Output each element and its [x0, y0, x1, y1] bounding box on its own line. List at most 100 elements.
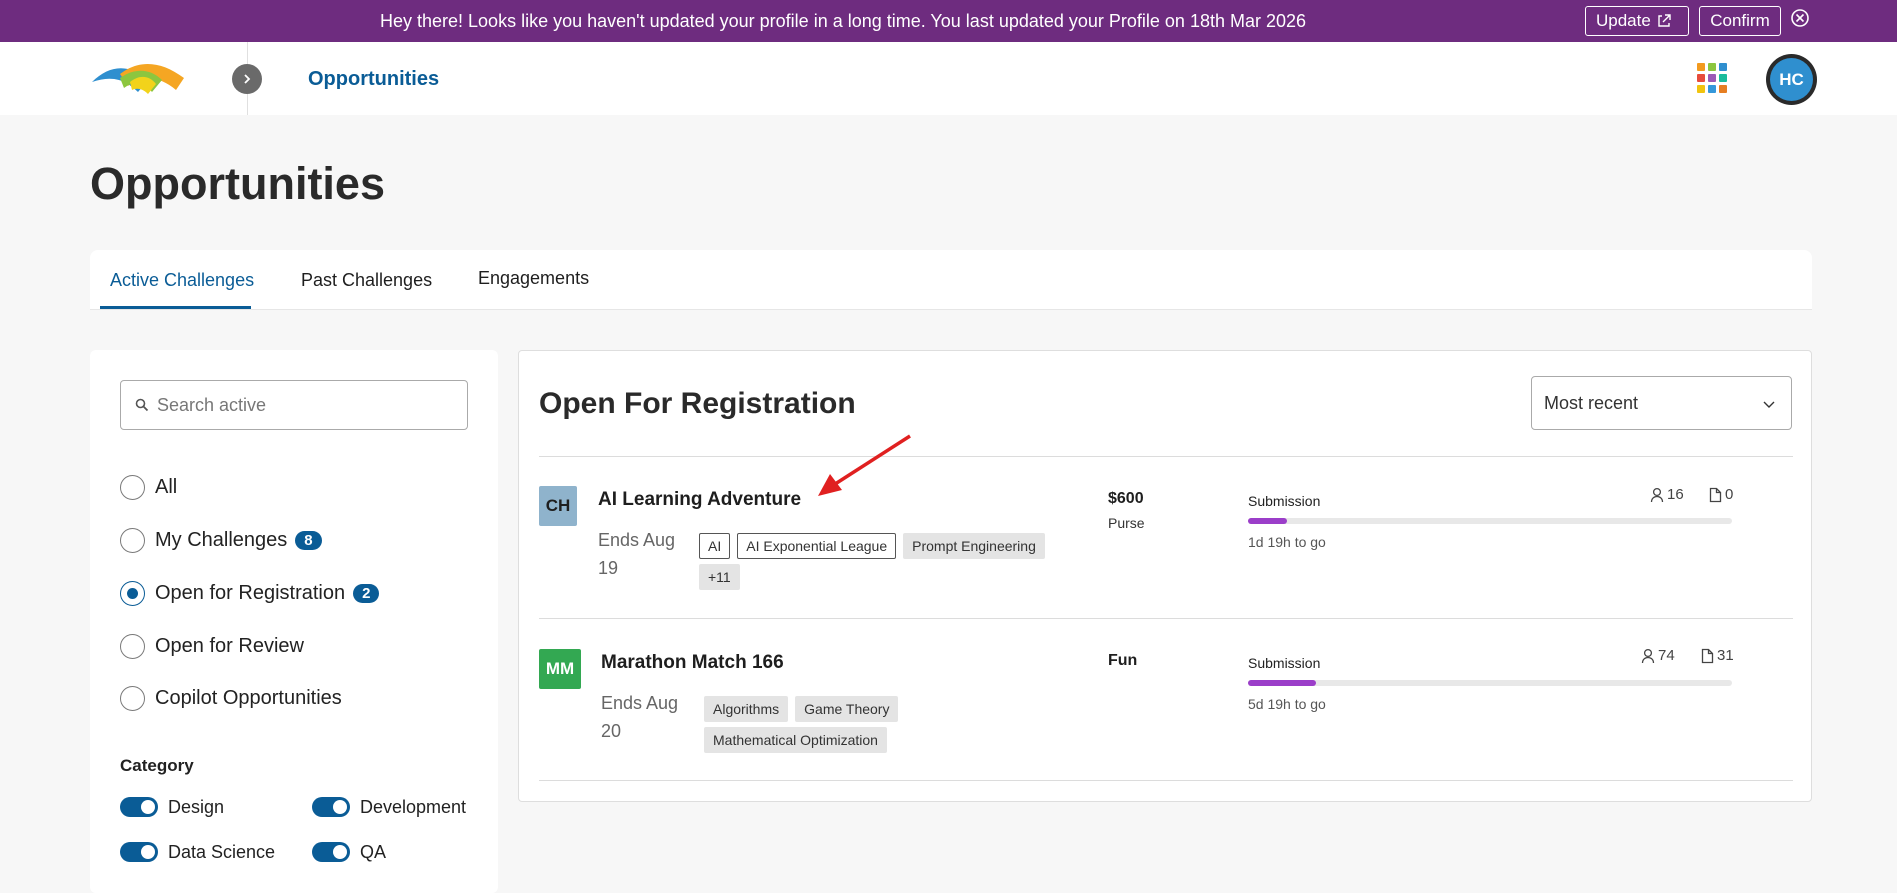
tab-active-challenges[interactable]: Active Challenges [110, 270, 254, 291]
search-input[interactable] [157, 393, 457, 417]
tag[interactable]: Algorithms [704, 696, 789, 722]
phase-progress-fill [1248, 518, 1287, 524]
registrants-count[interactable]: 16 [1650, 486, 1684, 503]
apps-grid-dot [1708, 63, 1716, 71]
filter-open-registration[interactable]: Open for Registration 2 [120, 579, 380, 607]
sort-value: Most recent [1544, 393, 1639, 413]
challenge-title[interactable]: AI Learning Adventure [598, 489, 801, 511]
category-data-science[interactable]: Data Science [120, 841, 275, 863]
toggle-switch[interactable] [120, 842, 158, 862]
radio-open-review[interactable] [120, 633, 145, 659]
tab-past-challenges[interactable]: Past Challenges [301, 270, 432, 291]
filter-copilot[interactable]: Copilot Opportunities [120, 684, 342, 712]
search-box[interactable] [120, 380, 468, 430]
filter-label: Open for Registration [155, 581, 346, 604]
toggle-label: Data Science [168, 841, 276, 862]
filter-my-challenges[interactable]: My Challenges 8 [120, 526, 322, 554]
end-date-line2: 19 [598, 558, 619, 578]
tag[interactable]: Game Theory [795, 696, 899, 722]
sort-dropdown[interactable]: Most recent [1531, 376, 1792, 430]
phase-label: Submission [1248, 655, 1321, 671]
end-date-line1: Ends Aug [598, 530, 676, 550]
filter-label: All [155, 475, 178, 498]
radio-my-challenges[interactable] [120, 527, 145, 553]
apps-grid-icon[interactable] [1697, 63, 1727, 93]
category-qa[interactable]: QA [312, 841, 386, 863]
confirm-profile-button[interactable]: Confirm [1699, 6, 1781, 36]
filter-label: Open for Review [155, 634, 304, 657]
registrants-value: 16 [1667, 486, 1684, 503]
phase-progress-fill [1248, 680, 1316, 686]
nav-expand-button[interactable] [232, 64, 262, 94]
tag[interactable]: Mathematical Optimization [704, 727, 887, 753]
tab-engagements[interactable]: Engagements [478, 268, 589, 289]
time-left: 1d 19h to go [1248, 534, 1326, 550]
user-icon [1641, 648, 1655, 663]
filter-open-review[interactable]: Open for Review [120, 632, 304, 660]
apps-grid-dot [1697, 63, 1705, 71]
count-badge: 2 [353, 583, 380, 603]
toggle-label: Development [360, 796, 467, 817]
registrants-value: 74 [1658, 647, 1675, 664]
chevron-down-icon [1763, 401, 1775, 408]
submissions-count[interactable]: 0 [1709, 486, 1733, 503]
apps-grid-dot [1697, 74, 1705, 82]
external-link-icon [1658, 14, 1671, 27]
close-banner-icon[interactable] [1790, 8, 1810, 28]
phase-label: Submission [1248, 493, 1321, 509]
toggle-switch[interactable] [120, 797, 158, 817]
apps-grid-dot [1697, 85, 1705, 93]
topcoder-logo[interactable] [90, 60, 186, 98]
divider [539, 780, 1793, 781]
filter-label: My Challenges [155, 528, 288, 551]
radio-copilot[interactable] [120, 685, 145, 711]
submissions-value: 0 [1725, 486, 1734, 503]
challenge-list-panel: Open For Registration Most recent CH AI … [518, 350, 1812, 802]
category-title: Category [120, 756, 194, 775]
prize-amount: Fun [1108, 652, 1138, 669]
toggle-switch[interactable] [312, 842, 350, 862]
challenge-end-date: Ends Aug 19 [598, 526, 688, 582]
active-tab-indicator [100, 306, 251, 309]
challenge-end-date: Ends Aug 20 [601, 689, 691, 745]
toggle-label: Design [168, 796, 225, 817]
challenge-row: MM Marathon Match 166 Ends Aug 20 Algori… [539, 618, 1793, 778]
tag[interactable]: AI [699, 533, 731, 559]
search-icon [135, 398, 149, 412]
phase-progress-bar [1248, 680, 1732, 686]
end-date-line1: Ends Aug [601, 693, 679, 713]
toggle-switch[interactable] [312, 797, 350, 817]
challenge-row: CH AI Learning Adventure Ends Aug 19 AI … [539, 456, 1793, 616]
category-development[interactable]: Development [312, 796, 466, 818]
filter-sidebar: All My Challenges 8 Open for Registratio… [90, 350, 498, 893]
update-profile-button[interactable]: Update [1585, 6, 1689, 36]
phase-progress-bar [1248, 518, 1732, 524]
challenge-tags: Algorithms Game Theory Mathematical Opti… [704, 696, 944, 753]
update-label: Update [1596, 11, 1651, 30]
prize-amount: $600 [1108, 490, 1144, 507]
user-avatar[interactable]: HC [1766, 54, 1817, 105]
count-badge: 8 [295, 530, 322, 550]
challenge-title[interactable]: Marathon Match 166 [601, 652, 784, 674]
category-design[interactable]: Design [120, 796, 224, 818]
challenge-track-badge: CH [539, 486, 577, 526]
confirm-label: Confirm [1710, 11, 1770, 30]
time-left: 5d 19h to go [1248, 696, 1326, 712]
apps-grid-dot [1708, 85, 1716, 93]
submissions-count[interactable]: 31 [1701, 647, 1734, 664]
chevron-right-icon [244, 74, 251, 84]
banner-message: Hey there! Looks like you haven't update… [380, 11, 1307, 31]
registrants-count[interactable]: 74 [1641, 647, 1675, 664]
radio-all[interactable] [120, 474, 145, 500]
end-date-line2: 20 [601, 721, 622, 741]
challenge-track-badge: MM [539, 649, 581, 689]
tag[interactable]: AI Exponential League [737, 533, 897, 559]
challenge-tags: AI AI Exponential League Prompt Engineer… [699, 533, 1059, 590]
tag-more[interactable]: +11 [699, 564, 740, 590]
toggle-label: QA [360, 841, 387, 862]
header-title[interactable]: Opportunities [308, 68, 439, 91]
filter-all[interactable]: All [120, 473, 177, 501]
tag[interactable]: Prompt Engineering [903, 533, 1045, 559]
radio-open-registration[interactable] [120, 580, 145, 606]
apps-grid-dot [1719, 63, 1727, 71]
